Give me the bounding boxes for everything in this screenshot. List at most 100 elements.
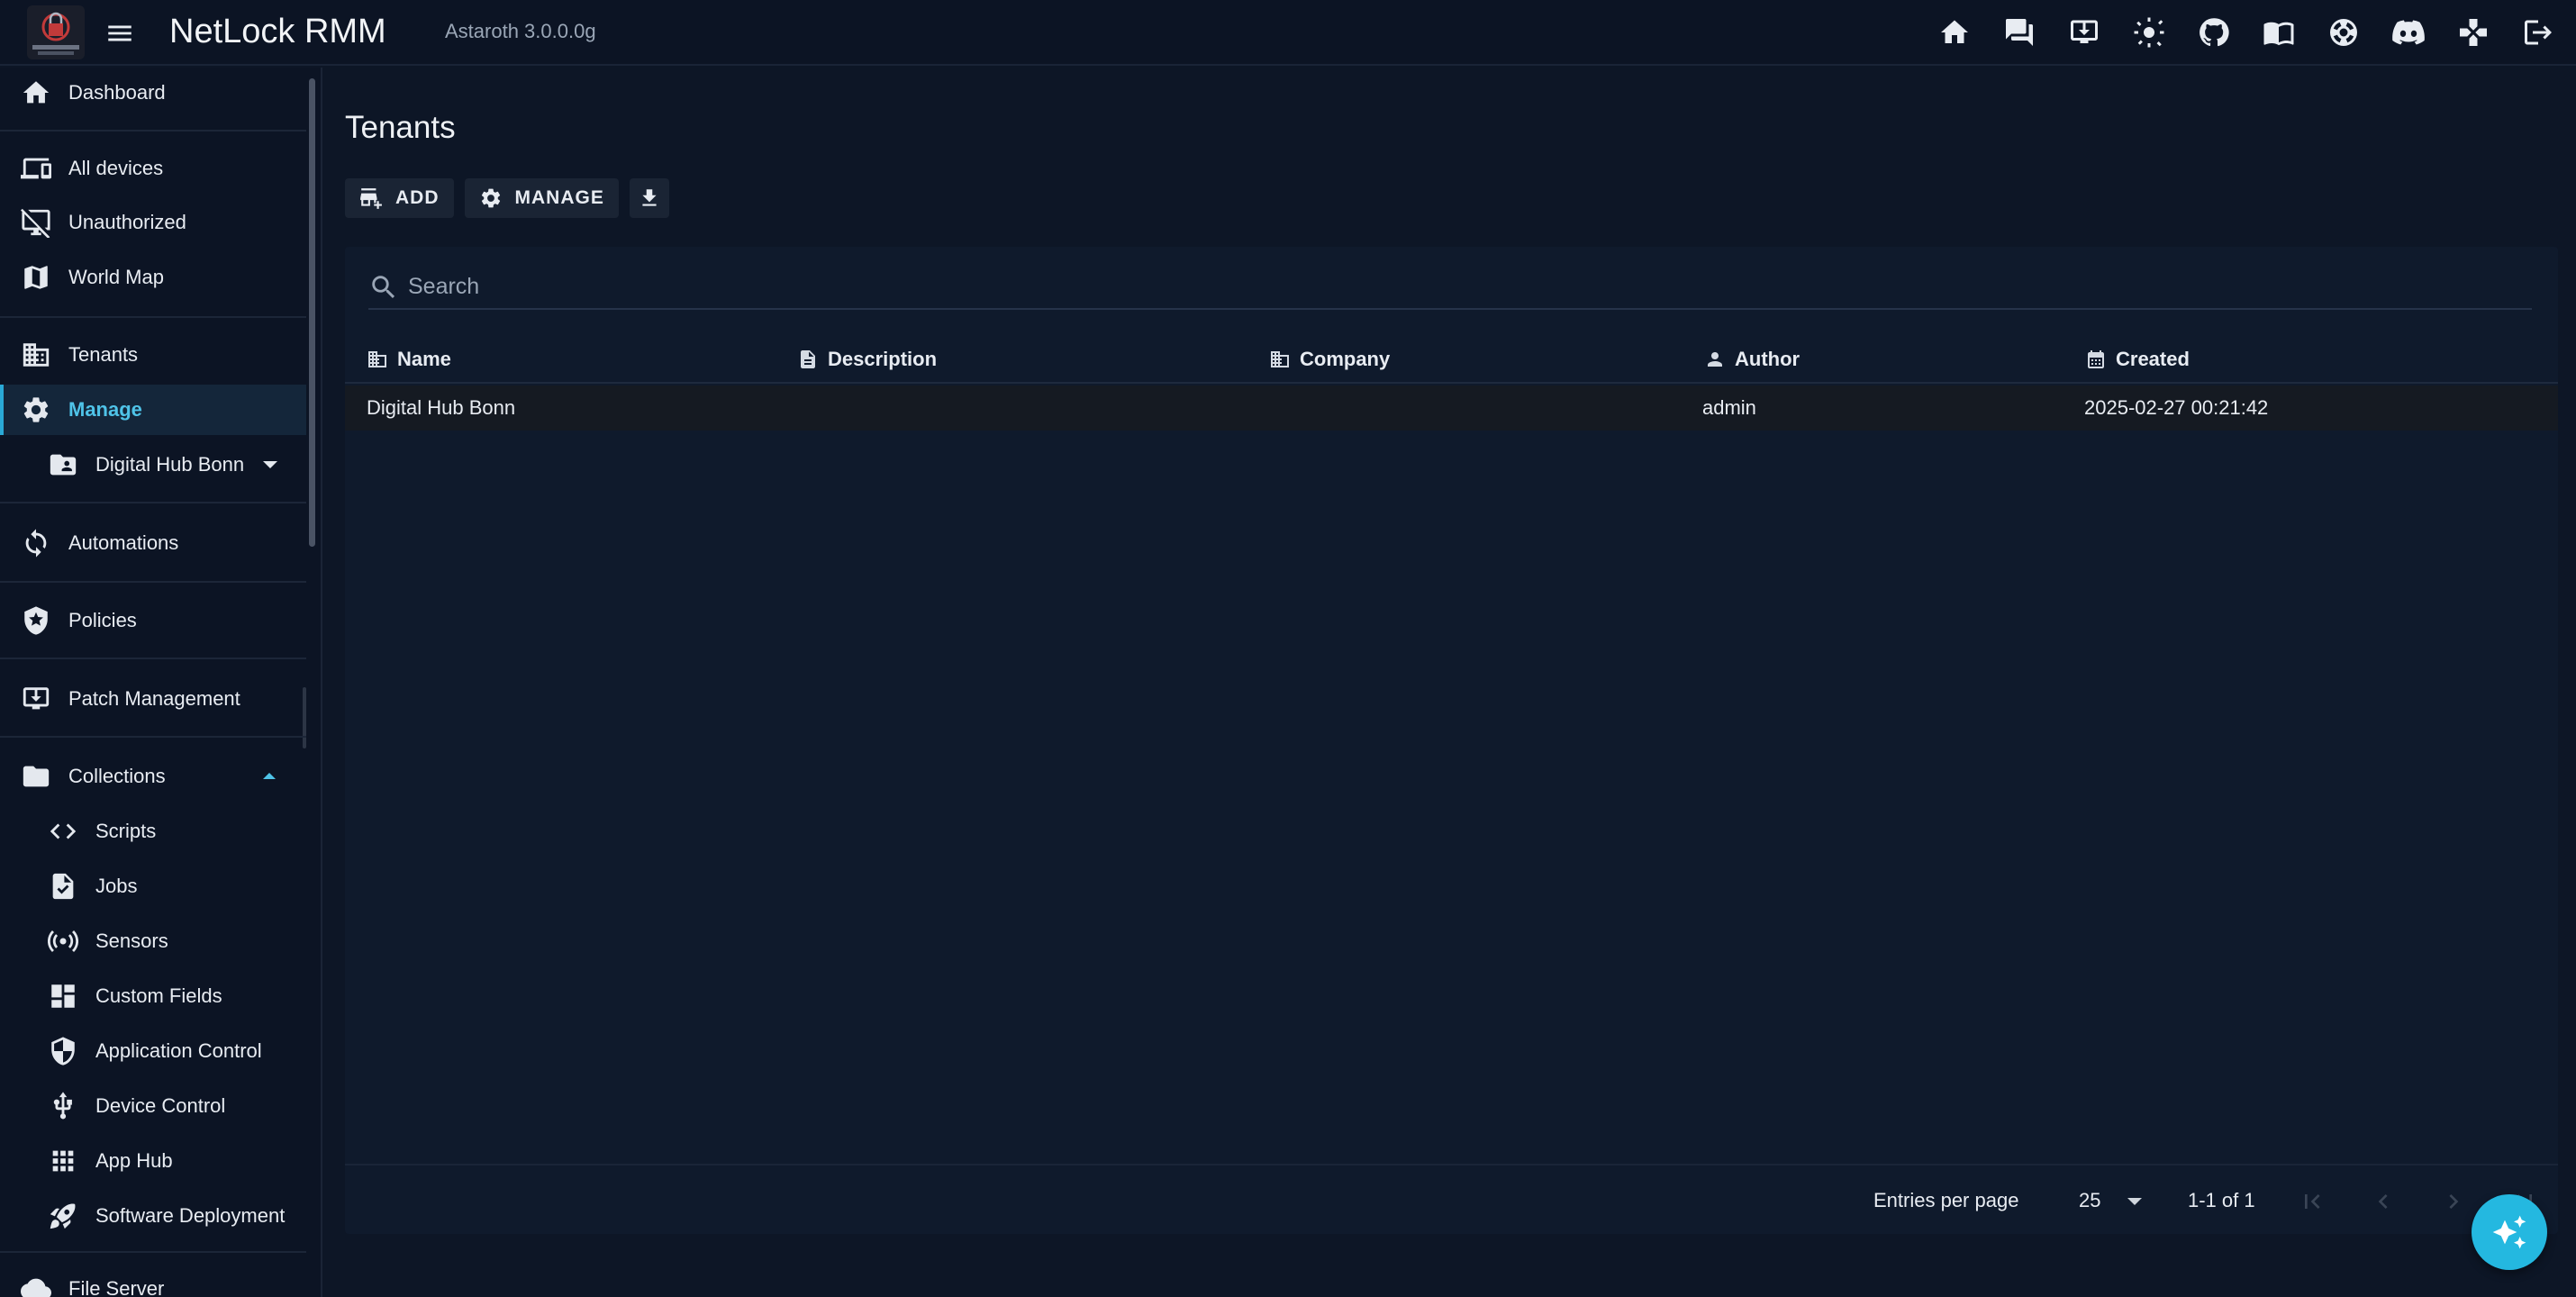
apps-icon: [47, 1145, 79, 1177]
search-icon: [372, 276, 395, 299]
patch-download-icon: [20, 683, 52, 715]
app-version: Astaroth 3.0.0.0g: [445, 20, 596, 42]
tenants-table: Name Description Company Author Created …: [345, 247, 2558, 1234]
entries-per-page-value: 25: [2079, 1189, 2101, 1211]
column-header-author[interactable]: Author: [1704, 348, 1800, 371]
search-input[interactable]: [408, 268, 2516, 304]
add-button[interactable]: ADD: [345, 178, 454, 218]
export-button[interactable]: [629, 178, 669, 218]
sidebar-item-policies[interactable]: Policies: [0, 595, 306, 646]
column-label: Author: [1735, 348, 1800, 370]
sidebar-item-software-deployment[interactable]: Software Deployment: [0, 1191, 306, 1241]
cell-created: 2025-02-27 00:21:42: [2084, 396, 2269, 419]
manage-button[interactable]: MANAGE: [464, 178, 619, 218]
devices-icon: [20, 152, 52, 185]
policy-shield-icon: [20, 604, 52, 637]
sensor-icon: [47, 925, 79, 957]
first-page-button[interactable]: [2292, 1182, 2332, 1221]
sidebar-item-all-devices[interactable]: All devices: [0, 143, 306, 194]
support-icon[interactable]: [2324, 13, 2363, 52]
top-actions: [1935, 13, 2558, 52]
chevron-up-icon[interactable]: [263, 773, 276, 779]
sidebar-item-manage[interactable]: Manage: [0, 385, 306, 435]
sidebar-item-digital-hub-bonn[interactable]: Digital Hub Bonn: [0, 440, 306, 490]
sidebar-item-dashboard[interactable]: Dashboard: [0, 68, 306, 118]
documentation-icon[interactable]: [2259, 13, 2299, 52]
table-row[interactable]: Digital Hub Bonn admin 2025-02-27 00:21:…: [345, 385, 2558, 431]
folder-icon: [20, 760, 52, 793]
gear-icon: [20, 394, 52, 426]
desktop-off-icon: [20, 206, 52, 239]
logout-icon[interactable]: [2518, 13, 2558, 52]
chevron-left-icon: [2378, 1194, 2388, 1209]
sidebar-item-label: Application Control: [95, 1039, 262, 1062]
app-title: NetLock RMM: [169, 13, 386, 50]
map-icon: [20, 261, 52, 294]
github-icon[interactable]: [2194, 13, 2234, 52]
building-icon: [20, 339, 52, 371]
sidebar-item-world-map[interactable]: World Map: [0, 252, 306, 303]
chat-icon[interactable]: [2000, 13, 2039, 52]
sidebar-item-device-control[interactable]: Device Control: [0, 1081, 306, 1131]
chevron-right-icon: [2449, 1194, 2459, 1209]
column-header-name[interactable]: Name: [367, 348, 451, 371]
sidebar-nav: Dashboard All devices Unauthorized World…: [0, 68, 322, 1297]
add-button-label: ADD: [395, 187, 440, 208]
netlock-logo[interactable]: [27, 5, 85, 59]
sidebar-item-tenants[interactable]: Tenants: [0, 330, 306, 380]
sidebar-divider: [0, 658, 306, 659]
sidebar-item-automations[interactable]: Automations: [0, 518, 306, 568]
column-label: Name: [397, 348, 451, 370]
sidebar-item-scripts[interactable]: Scripts: [0, 806, 306, 857]
cell-author: admin: [1702, 396, 1756, 419]
sidebar-item-jobs[interactable]: Jobs: [0, 861, 306, 912]
calendar-icon: [2088, 350, 2104, 368]
sidebar-scrollbar[interactable]: [309, 78, 315, 547]
download-icon[interactable]: [2064, 13, 2104, 52]
code-icon: [47, 815, 79, 848]
sidebar-divider: [0, 581, 306, 583]
sidebar-item-label: File Server: [68, 1277, 165, 1297]
entries-per-page-select[interactable]: 25: [2068, 1184, 2149, 1220]
sidebar-item-sensors[interactable]: Sensors: [0, 916, 306, 966]
cloud-icon: [20, 1273, 52, 1297]
sidebar-item-label: Policies: [68, 609, 137, 631]
column-header-description[interactable]: Description: [797, 348, 937, 371]
folder-account-icon: [47, 449, 79, 481]
next-page-button[interactable]: [2434, 1182, 2473, 1221]
sidebar-item-unauthorized[interactable]: Unauthorized: [0, 197, 306, 248]
previous-page-button[interactable]: [2363, 1182, 2403, 1221]
sidebar-item-label: Digital Hub Bonn: [95, 453, 245, 476]
column-header-company[interactable]: Company: [1269, 348, 1390, 371]
sidebar-item-application-control[interactable]: Application Control: [0, 1026, 306, 1076]
sidebar-item-label: Sensors: [95, 930, 168, 952]
sidebar-item-patch-management[interactable]: Patch Management: [0, 674, 306, 724]
ai-assistant-button[interactable]: [2472, 1194, 2547, 1270]
page-range: 1-1 of 1: [2188, 1189, 2255, 1211]
sidebar-item-label: Scripts: [95, 820, 157, 842]
first-page-icon: [2305, 1194, 2320, 1209]
column-label: Description: [828, 348, 938, 370]
sparkle-icon: [2492, 1215, 2526, 1249]
gamepad-icon[interactable]: [2454, 13, 2493, 52]
menu-toggle-button[interactable]: [104, 18, 136, 49]
sidebar-item-app-hub[interactable]: App Hub: [0, 1136, 306, 1186]
manage-button-label: MANAGE: [514, 187, 604, 208]
sidebar-item-file-server[interactable]: File Server: [0, 1264, 306, 1297]
sidebar-divider: [0, 1251, 306, 1253]
sidebar-item-collections[interactable]: Collections: [0, 751, 306, 802]
sidebar-item-label: Tenants: [68, 343, 139, 366]
discord-icon[interactable]: [2389, 13, 2428, 52]
automation-icon: [20, 527, 52, 559]
chevron-down-icon[interactable]: [263, 461, 277, 468]
brightness-icon[interactable]: [2129, 13, 2169, 52]
document-icon: [801, 350, 815, 368]
sidebar-item-custom-fields[interactable]: Custom Fields: [0, 971, 306, 1021]
sidebar-item-label: App Hub: [95, 1149, 173, 1172]
column-header-created[interactable]: Created: [2085, 348, 2190, 371]
chevron-down-icon: [2127, 1198, 2142, 1205]
person-icon: [1708, 352, 1722, 367]
cell-name: Digital Hub Bonn: [367, 396, 516, 419]
home-icon[interactable]: [1935, 13, 1974, 52]
sidebar-item-label: Device Control: [95, 1094, 226, 1117]
